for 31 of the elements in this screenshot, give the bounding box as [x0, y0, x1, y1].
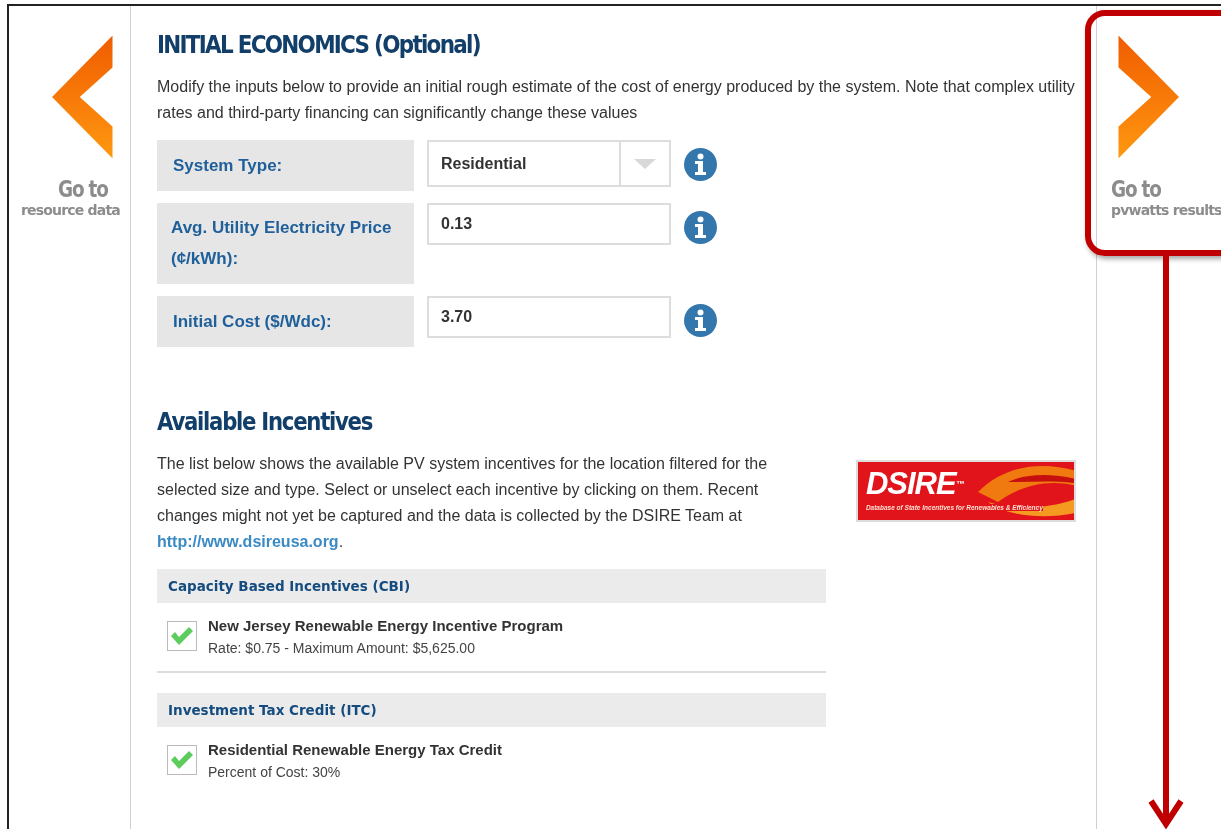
checkbox[interactable]: [167, 621, 197, 651]
check-icon: [170, 750, 194, 770]
group-header: Capacity Based Incentives (CBI): [157, 569, 826, 603]
incentives-text: The list below shows the available PV system incentives for the location filtered for the selected size and type. Select or unselect each incentive by clicking on them. Recent changes might not yet be captured and the data is collected by the DSIRE Team at http://www.dsireusa.org.: [157, 454, 769, 552]
field-label: Initial Cost ($/Wdc):: [157, 296, 414, 347]
field-label: Avg. Utility Electricity Price (¢/kWh):: [157, 203, 414, 284]
incentive-item[interactable]: New Jersey Renewable Energy Incentive Program Rate: $0.75 - Maximum Amount: $5,625.00: [157, 603, 826, 673]
intro-text: Modify the inputs below to provide an initial rough estimate of the cost of energy produced by the system. Note that complex utility rates and third-party financing can significantly change these values: [157, 77, 1076, 123]
incentive-name: New Jersey Renewable Energy Incentive Program: [208, 617, 564, 634]
input-field[interactable]: 0.13: [427, 203, 671, 245]
section-title: INITIAL ECONOMICS (Optional): [157, 29, 480, 61]
nav-title[interactable]: Go to: [1111, 176, 1161, 202]
field-label: System Type:: [157, 140, 414, 191]
checkbox[interactable]: [167, 745, 197, 775]
nav-title[interactable]: Go to: [58, 176, 108, 202]
incentive-detail: Percent of Cost: 30%: [208, 764, 342, 780]
dsire-link[interactable]: http://www.dsireusa.org: [157, 533, 339, 550]
nav-subtitle[interactable]: pvwatts results: [1111, 202, 1221, 218]
incentive-name: Residential Renewable Energy Tax Credit: [208, 741, 502, 758]
info-icon[interactable]: [684, 211, 717, 244]
nav-subtitle[interactable]: resource data: [20, 202, 120, 218]
check-icon: [170, 626, 194, 646]
info-icon[interactable]: [684, 148, 717, 181]
info-icon[interactable]: [684, 304, 717, 337]
input-field[interactable]: 3.70: [427, 296, 671, 338]
incentive-detail: Rate: $0.75 - Maximum Amount: $5,625.00: [208, 640, 476, 656]
select-field[interactable]: Residential: [427, 140, 671, 187]
dropdown-caret-icon: [634, 158, 656, 169]
group-header: Investment Tax Credit (ITC): [157, 693, 826, 727]
section-title: Available Incentives: [157, 406, 373, 438]
incentive-item[interactable]: Residential Renewable Energy Tax Credit Percent of Cost: 30%: [157, 727, 826, 795]
